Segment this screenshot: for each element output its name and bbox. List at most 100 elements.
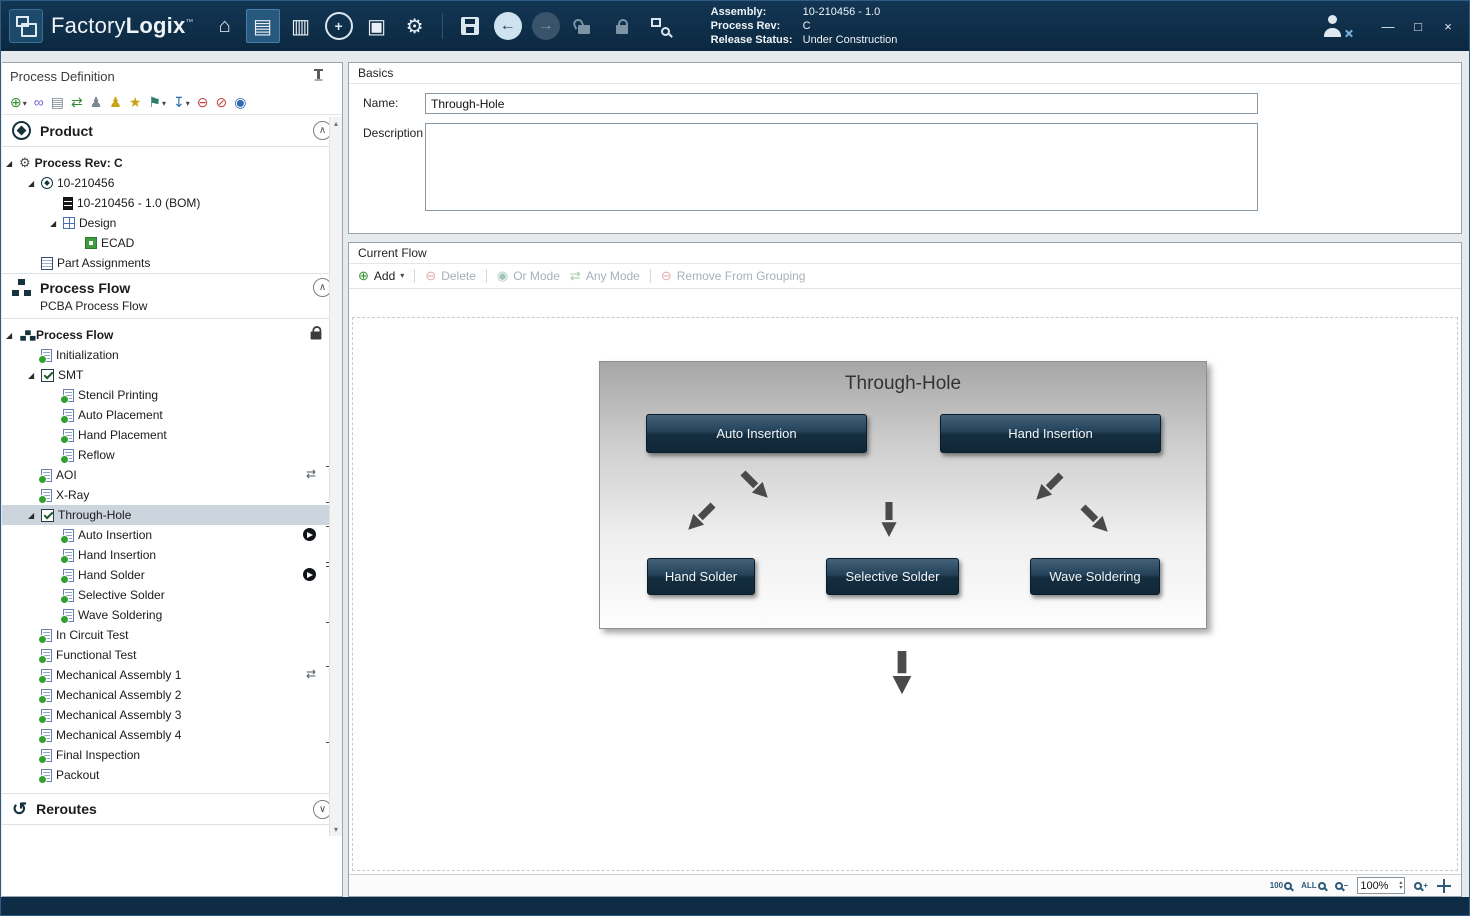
product-section-header[interactable]: Product ∧ xyxy=(2,115,342,147)
flow-node-selective-solder[interactable]: Selective Solder xyxy=(826,558,959,595)
remove-from-grouping-button[interactable]: ⊖ Remove From Grouping xyxy=(661,268,806,284)
back-icon[interactable]: ← xyxy=(494,12,522,40)
or-mode-button[interactable]: ◉ Or Mode xyxy=(497,268,560,284)
add-step-button[interactable]: ⊕ Add ▾ xyxy=(358,268,404,284)
flow-node-hand-insertion[interactable]: Hand Insertion xyxy=(940,414,1161,453)
sidebar-scrollbar[interactable]: ▴ ▾ xyxy=(329,117,342,836)
lock-icon[interactable] xyxy=(605,9,639,43)
flow-group-through-hole[interactable]: Through-Hole Auto Insertion Hand Inserti… xyxy=(599,361,1207,629)
remove-icon[interactable]: ⊖ xyxy=(197,95,209,109)
tree-item-initialization[interactable]: Initialization xyxy=(2,345,342,365)
tree-item-assembly[interactable]: ◢10-210456 xyxy=(2,173,342,193)
description-textarea[interactable] xyxy=(425,123,1258,211)
tree-item-design[interactable]: ◢Design xyxy=(2,213,342,233)
tree-item-hand-insertion[interactable]: Hand Insertion xyxy=(2,545,342,565)
tree-item-part-assignments[interactable]: Part Assignments xyxy=(2,253,342,273)
flow-canvas[interactable]: Through-Hole Auto Insertion Hand Inserti… xyxy=(349,289,1461,874)
name-input[interactable] xyxy=(425,93,1258,114)
expander-icon[interactable]: ◢ xyxy=(28,511,41,520)
process-step-icon xyxy=(41,689,52,702)
description-label: Description xyxy=(363,123,425,140)
info-icon[interactable]: ◉ xyxy=(234,95,246,109)
tree-item-wave-soldering[interactable]: Wave Soldering xyxy=(2,605,342,625)
tree-item-aoi[interactable]: AOI ⇄ xyxy=(2,465,342,485)
link-icon[interactable]: ∞ xyxy=(34,95,44,109)
tree-item-selective-solder[interactable]: Selective Solder xyxy=(2,585,342,605)
close-button[interactable]: × xyxy=(1435,15,1461,37)
save-icon[interactable] xyxy=(453,9,487,43)
process-flow-tree: ◢Process Flow Initialization ◢SMT Stenci… xyxy=(2,319,342,785)
stop-icon[interactable]: ⊘ xyxy=(215,95,227,109)
scroll-up-icon[interactable]: ▴ xyxy=(334,119,338,128)
search-routes-icon[interactable] xyxy=(643,9,677,43)
tree-item-mechanical-assembly-4[interactable]: Mechanical Assembly 4 xyxy=(2,725,342,745)
tree-item-stencil-printing[interactable]: Stencil Printing xyxy=(2,385,342,405)
any-mode-button[interactable]: ⇄ Any Mode xyxy=(570,268,640,284)
settings-gear-icon[interactable]: ⚙ xyxy=(398,9,432,43)
zoom-in-button[interactable]: + xyxy=(1414,881,1428,890)
tree-item-reflow[interactable]: Reflow xyxy=(2,445,342,465)
data-collection-icon[interactable]: ▥ xyxy=(284,9,318,43)
tree-item-process-rev[interactable]: ◢⚙Process Rev: C xyxy=(2,153,342,173)
user-icon[interactable]: ♟ xyxy=(90,95,103,109)
zoom-spinner[interactable]: ▴▾ xyxy=(1399,881,1402,891)
process-definition-tab-icon[interactable]: ▤ xyxy=(246,9,280,43)
minimize-button[interactable]: — xyxy=(1375,15,1401,37)
tree-item-packout[interactable]: Packout xyxy=(2,765,342,785)
user-logout-icon[interactable] xyxy=(1321,15,1345,37)
pan-button[interactable] xyxy=(1437,879,1451,893)
tree-item-through-hole[interactable]: ◢Through-Hole xyxy=(2,505,342,525)
tree-item-auto-placement[interactable]: Auto Placement xyxy=(2,405,342,425)
tree-item-in-circuit-test[interactable]: In Circuit Test xyxy=(2,625,342,645)
reroutes-section-header[interactable]: ↺ Reroutes ∨ xyxy=(2,793,342,825)
flag-icon[interactable]: ⚑▾ xyxy=(148,95,166,109)
zoom-all-button[interactable]: ALL xyxy=(1301,881,1326,890)
expander-icon[interactable]: ◢ xyxy=(28,371,41,380)
tree-item-mechanical-assembly-2[interactable]: Mechanical Assembly 2 xyxy=(2,685,342,705)
process-definition-sidebar: Process Definition ⊕▾ ∞ ▤ ⇄ ♟ ♟ ★ ⚑▾ ↧▾ … xyxy=(2,62,343,897)
process-step-icon xyxy=(41,469,52,482)
gear-icon: ⚙ xyxy=(19,155,31,171)
sync-icon[interactable]: ⇄ xyxy=(71,95,83,109)
flow-node-auto-insertion[interactable]: Auto Insertion xyxy=(646,414,867,453)
export-icon[interactable]: ↧▾ xyxy=(173,95,190,109)
tree-item-mechanical-assembly-1[interactable]: Mechanical Assembly 1 ⇄ xyxy=(2,665,342,685)
tree-item-functional-test[interactable]: Functional Test xyxy=(2,645,342,665)
tree-item-hand-solder[interactable]: Hand Solder xyxy=(2,565,342,585)
tree-item-x-ray[interactable]: X-Ray xyxy=(2,485,342,505)
tree-item-bom[interactable]: 10-210456 - 1.0 (BOM) xyxy=(2,193,342,213)
flow-node-wave-soldering[interactable]: Wave Soldering xyxy=(1030,558,1160,595)
pin-icon[interactable] xyxy=(312,69,324,83)
zoom-level-input[interactable]: 100% ▴▾ xyxy=(1357,877,1405,894)
delete-step-button[interactable]: ⊖ Delete xyxy=(425,268,476,284)
flow-node-hand-solder[interactable]: Hand Solder xyxy=(647,558,755,595)
scroll-down-icon[interactable]: ▾ xyxy=(334,825,338,834)
documents-icon[interactable]: ▣ xyxy=(360,9,394,43)
tree-item-smt[interactable]: ◢SMT xyxy=(2,365,342,385)
tree-item-process-flow-root[interactable]: ◢Process Flow xyxy=(2,325,342,345)
add-icon[interactable]: ⊕▾ xyxy=(10,95,27,109)
expander-icon[interactable]: ◢ xyxy=(6,331,19,340)
tree-item-auto-insertion[interactable]: Auto Insertion xyxy=(2,525,342,545)
tree-item-hand-placement[interactable]: Hand Placement xyxy=(2,425,342,445)
magnifier-icon xyxy=(1318,882,1326,890)
unlock-icon[interactable] xyxy=(567,9,601,43)
star-user-icon[interactable]: ★ xyxy=(129,95,142,109)
tree-item-ecad[interactable]: ECAD xyxy=(2,233,342,253)
process-flow-section-header[interactable]: Process Flow ∧ PCBA Process Flow xyxy=(2,273,342,319)
expander-icon[interactable]: ◢ xyxy=(6,159,19,168)
navigator-icon[interactable]: + xyxy=(325,12,353,40)
toolbar-divider xyxy=(486,269,487,283)
maximize-button[interactable]: □ xyxy=(1405,15,1431,37)
home-icon[interactable]: ⌂ xyxy=(208,9,242,43)
chevron-down-icon[interactable]: ▾ xyxy=(400,271,404,281)
forward-icon[interactable]: → xyxy=(532,12,560,40)
user-gold-icon[interactable]: ♟ xyxy=(109,95,122,109)
expander-icon[interactable]: ◢ xyxy=(50,219,63,228)
tree-item-final-inspection[interactable]: Final Inspection xyxy=(2,745,342,765)
zoom-100-button[interactable]: 100 xyxy=(1270,881,1292,890)
tree-item-mechanical-assembly-3[interactable]: Mechanical Assembly 3 xyxy=(2,705,342,725)
zoom-out-button[interactable]: − xyxy=(1335,881,1349,890)
expander-icon[interactable]: ◢ xyxy=(28,179,41,188)
print-icon[interactable]: ▤ xyxy=(51,95,64,109)
